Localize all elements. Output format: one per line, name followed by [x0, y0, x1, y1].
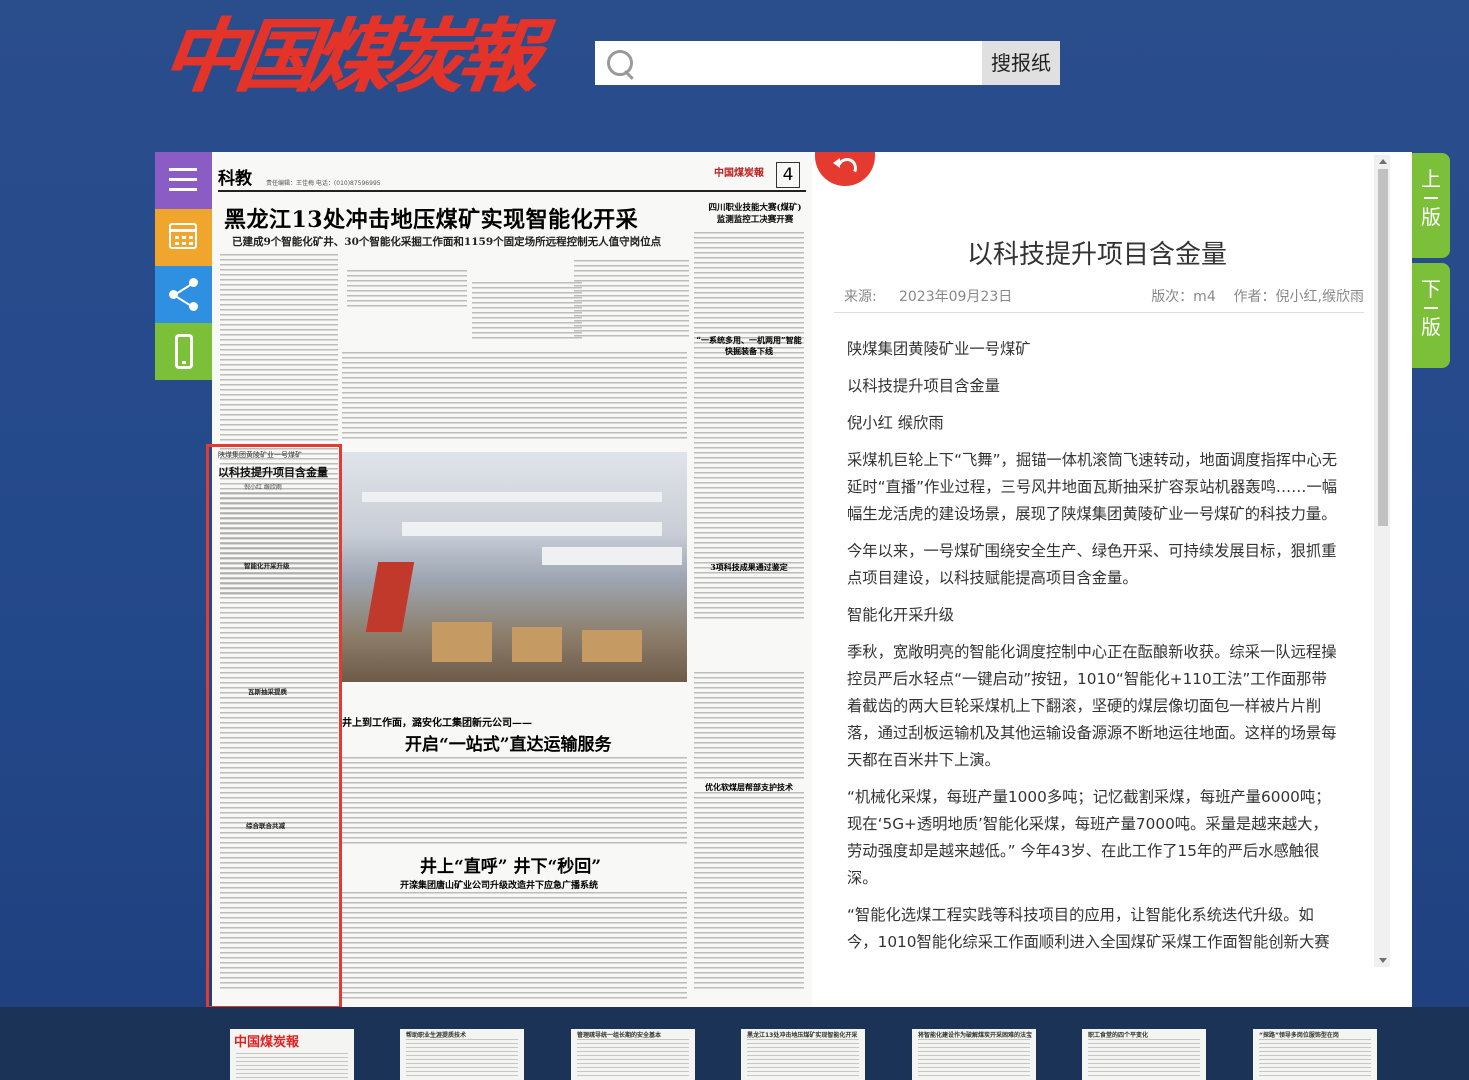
- article-meta: 来源: 2023年09月23日 版次：m4 作者：倪小红,缑欣雨: [834, 280, 1364, 313]
- menu-icon: [169, 168, 197, 171]
- share-button[interactable]: [155, 266, 212, 323]
- page-thumbnail[interactable]: 黑龙江13处冲击地压煤矿实现智能化开采: [741, 1029, 865, 1080]
- right-sub-headline[interactable]: “一系统多用、一机两用”智能快掘装备下线: [694, 335, 804, 357]
- text-block: [472, 282, 582, 342]
- middle-kicker: 井上到工作面，潞安化工集团新元公司——: [342, 718, 532, 729]
- factory-photo: [342, 452, 687, 682]
- side-toolbar: [155, 152, 212, 380]
- page-headline[interactable]: 黑龙江13处冲击地压煤矿实现智能化开采: [224, 202, 638, 234]
- site-logo[interactable]: 中国煤炭報: [156, 4, 541, 108]
- page-thumbnail[interactable]: 职工食堂的四个平变化: [1082, 1029, 1206, 1080]
- article-paragraph: 季秋，宽敞明亮的智能化调度控制中心正在酝酿新收获。综采一队远程操控员严后水轻点“…: [847, 643, 1337, 769]
- text-block: [342, 352, 687, 442]
- text-block: [342, 757, 687, 847]
- scroll-up-arrow[interactable]: [1379, 159, 1387, 164]
- text-block: [694, 792, 804, 992]
- text-block: [220, 254, 338, 444]
- article-edition-author: 版次：m4 作者：倪小红,缑欣雨: [1151, 289, 1364, 305]
- middle-subheadline: 开滦集团唐山矿业公司升级改造井下应急广播系统: [400, 881, 599, 891]
- article-paragraph: “智能化选煤工程实践等科技项目的应用，让智能化系统迭代升级。如今，1010智能化…: [847, 906, 1330, 951]
- article-paragraph: 陕煤集团黄陵矿业一号煤矿: [847, 340, 1031, 358]
- page-number: 4: [776, 162, 800, 188]
- selected-article-highlight[interactable]: [206, 444, 342, 1009]
- page-subheadline: 已建成9个智能化矿井、30个智能化采掘工作面和1159个固定场所远程控制无人值守…: [232, 236, 662, 248]
- article-paragraph: 今年以来，一号煤矿围绕安全生产、绿色开采、可持续发展目标，狠抓重点项目建设，以科…: [847, 542, 1337, 587]
- section-name: 科教: [218, 169, 252, 189]
- page-thumbnail[interactable]: 管理疏导统一组长期的安全基本: [571, 1029, 695, 1080]
- calendar-icon: [169, 223, 197, 249]
- scrollbar-thumb[interactable]: [1378, 169, 1388, 526]
- highlight-subhead: 瓦斯抽采提质: [248, 688, 287, 696]
- article-title: 以科技提升项目含金量: [966, 240, 1227, 270]
- page-thumbnail[interactable]: “探路”领导多岗位服饰型在岗: [1253, 1029, 1377, 1080]
- article-paragraph: 以科技提升项目含金量: [847, 377, 1000, 395]
- calendar-button[interactable]: [155, 209, 212, 266]
- scroll-down-arrow[interactable]: [1379, 958, 1387, 963]
- mobile-icon: [175, 334, 193, 369]
- right-sub-headline[interactable]: 优化软煤层帮部支护技术: [694, 782, 804, 793]
- page-thumbnail[interactable]: 中国煤炭報: [230, 1029, 354, 1080]
- prev-page-button[interactable]: 上 版: [1412, 153, 1450, 258]
- search-input[interactable]: [643, 41, 982, 85]
- editor-line: 责任编辑：王佳梅 电话：(010)87596995: [266, 180, 381, 187]
- next-page-button[interactable]: 下 版: [1412, 263, 1450, 368]
- article-paragraph: 采煤机巨轮上下“飞舞”，掘锚一体机滚筒飞速转动，地面调度指挥中心无延时“直播”作…: [847, 451, 1338, 523]
- right-sub-headline[interactable]: 3项科技成果通过鉴定: [694, 562, 804, 573]
- middle-headline[interactable]: 井上“直呼” 井下“秒回”: [420, 852, 601, 877]
- text-block: [574, 260, 689, 340]
- search-button[interactable]: 搜报纸: [982, 41, 1060, 85]
- text-block: [694, 672, 804, 782]
- highlight-title[interactable]: 以科技提升项目含金量: [218, 464, 328, 480]
- highlight-author: 倪小红 缑欣雨: [244, 484, 282, 491]
- search-bar: 搜报纸: [595, 41, 1060, 85]
- mobile-button[interactable]: [155, 323, 212, 380]
- right-column-title[interactable]: 四川职业技能大赛(煤矿)监测监控工决赛开赛: [705, 202, 805, 226]
- page-header: 科教 责任编辑：王佳梅 电话：(010)87596995 中国煤炭報 4: [218, 160, 806, 192]
- article-scrollbar[interactable]: [1374, 155, 1390, 967]
- article-paragraph: 智能化开采升级: [847, 606, 955, 624]
- page-thumbnail-strip: 中国煤炭報 帮助职业生涯提质技术 管理疏导统一组长期的安全基本 黑龙江13处冲击…: [0, 1007, 1469, 1080]
- middle-headline[interactable]: 开启“一站式”直达运输服务: [405, 730, 612, 755]
- masthead-small: 中国煤炭報: [714, 168, 764, 179]
- highlight-kicker: 陕煤集团黄陵矿业一号煤矿: [218, 451, 302, 459]
- page-thumbnail[interactable]: 将智能化建设作为破解煤炭开采困难的法宝: [912, 1029, 1036, 1080]
- highlight-subhead: 综合联合共减: [246, 822, 285, 830]
- text-block: [342, 892, 687, 1002]
- article-source-date: 来源: 2023年09月23日: [844, 289, 1013, 305]
- menu-button[interactable]: [155, 152, 212, 209]
- search-icon: [595, 41, 643, 85]
- article-panel: 以科技提升项目含金量 来源: 2023年09月23日 版次：m4 作者：倪小红,…: [812, 152, 1412, 1007]
- page-thumbnail[interactable]: 帮助职业生涯提质技术: [400, 1029, 524, 1080]
- highlight-subhead: 智能化开采升级: [244, 562, 290, 570]
- article-body: 陕煤集团黄陵矿业一号煤矿 以科技提升项目含金量 倪小红 缑欣雨 采煤机巨轮上下“…: [847, 336, 1342, 966]
- article-paragraph: “机械化采煤，每班产量1000多吨；记忆截割采煤，每班产量6000吨；现在‘5G…: [847, 788, 1331, 887]
- article-paragraph: 倪小红 缑欣雨: [847, 414, 944, 432]
- text-block: [347, 270, 467, 310]
